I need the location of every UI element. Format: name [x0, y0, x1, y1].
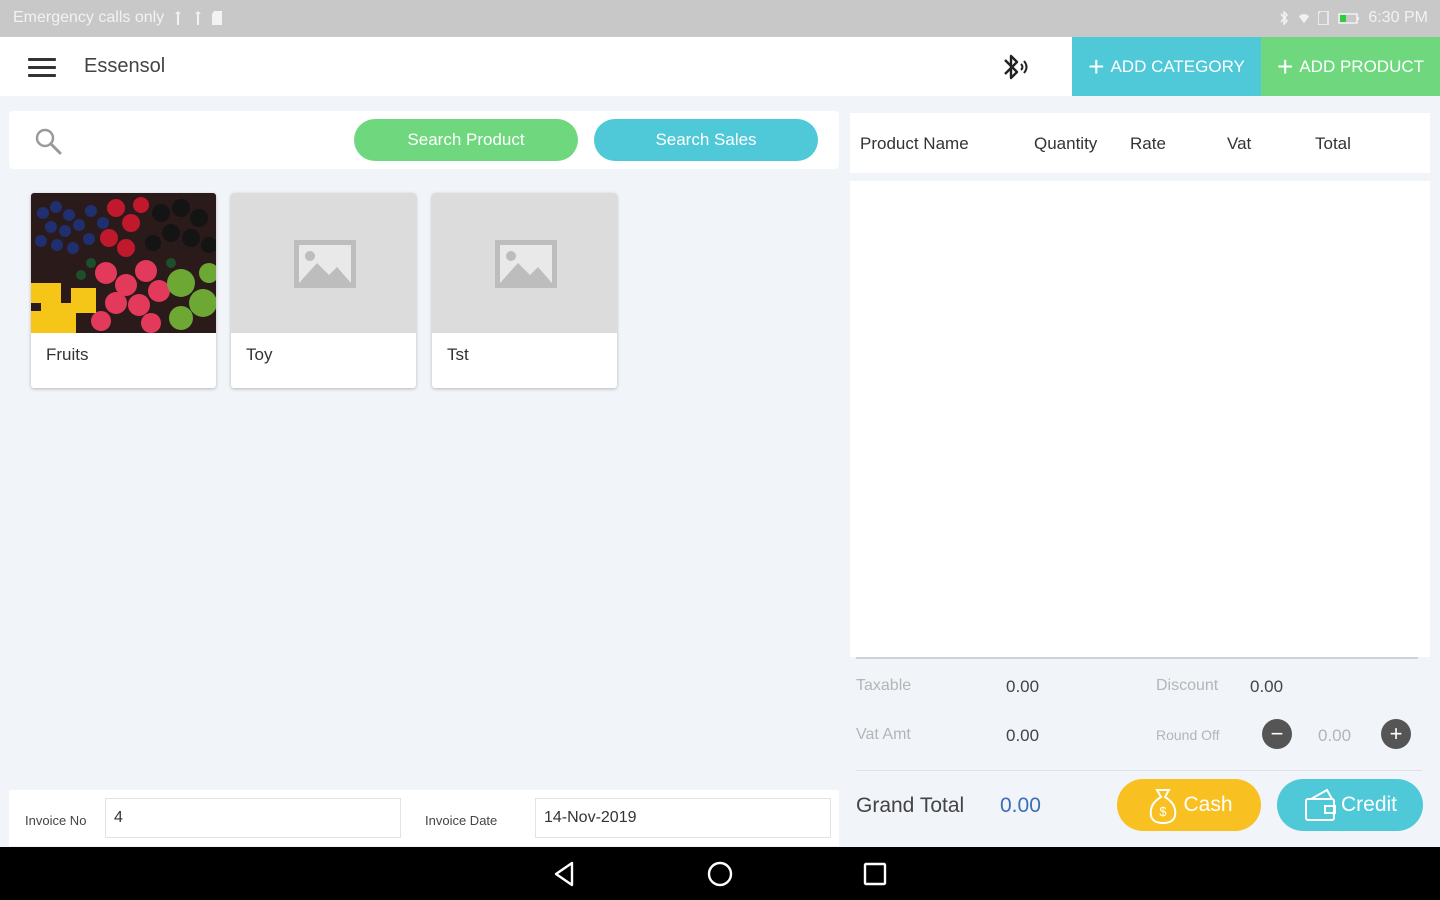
plus-icon: +: [1276, 50, 1294, 82]
system-nav-bar: [0, 847, 1440, 900]
category-label: Tst: [447, 345, 469, 364]
column-header-vat: Vat: [1227, 134, 1252, 153]
battery-icon: [1338, 13, 1360, 24]
round-off-decrement-button[interactable]: −: [1262, 719, 1292, 749]
invoice-bar: Invoice No Invoice Date: [9, 790, 839, 846]
credit-wallet-icon: [1304, 788, 1336, 821]
add-product-button[interactable]: + ADD PRODUCT: [1261, 37, 1440, 96]
column-header-quantity: Quantity: [1034, 134, 1098, 153]
cart-table-header: Product Name Quantity Rate Vat Total: [850, 113, 1430, 173]
divider: [856, 770, 1422, 771]
wifi-icon: [1299, 14, 1310, 24]
status-bar-left: Emergency calls only: [13, 9, 224, 27]
add-category-button[interactable]: + ADD CATEGORY: [1072, 37, 1261, 96]
home-icon[interactable]: [705, 859, 735, 889]
bluetooth-icon: [1280, 11, 1289, 25]
discount-value: 0.00: [1250, 677, 1284, 696]
svg-text:$: $: [1160, 804, 1168, 819]
taxable-label: Taxable: [856, 677, 912, 694]
app-title: Essensol: [84, 55, 166, 77]
carrier-text: Emergency calls only: [13, 9, 165, 26]
menu-icon[interactable]: [26, 55, 58, 79]
invoice-no-field[interactable]: [105, 798, 401, 838]
invoice-date-field[interactable]: [535, 798, 831, 838]
status-bar: Emergency calls only 6:30 PM: [0, 0, 1440, 37]
image-placeholder: [231, 193, 416, 333]
grand-total-label: Grand Total: [856, 794, 965, 817]
usb-icon: [175, 11, 182, 25]
search-bar: Search Product Search Sales: [9, 111, 839, 169]
round-off-label: Round Off: [1156, 727, 1220, 743]
add-product-label: ADD PRODUCT: [1299, 56, 1425, 76]
divider: [856, 657, 1418, 659]
category-label: Fruits: [46, 345, 89, 364]
bluetooth-printer-icon[interactable]: [996, 51, 1032, 83]
vat-amount-value: 0.00: [1006, 726, 1040, 745]
column-header-product-name: Product Name: [860, 134, 969, 153]
round-off-increment-button[interactable]: +: [1381, 719, 1411, 749]
vat-amount-label: Vat Amt: [856, 726, 911, 743]
search-icon: [35, 128, 62, 155]
no-sim-icon: [1318, 11, 1330, 25]
image-placeholder: [432, 193, 617, 333]
app-bar: Essensol + ADD CATEGORY + ADD PRODUCT: [0, 37, 1440, 96]
category-card-toy[interactable]: Toy: [231, 193, 416, 388]
column-header-total: Total: [1315, 134, 1351, 153]
back-icon[interactable]: [550, 859, 580, 889]
status-bar-right: 6:30 PM: [1278, 9, 1428, 27]
sd-card-icon: [212, 11, 223, 25]
add-category-label: ADD CATEGORY: [1110, 56, 1245, 76]
image-placeholder-icon: [294, 240, 356, 288]
clock: 6:30 PM: [1368, 9, 1428, 26]
cash-button[interactable]: $ Cash: [1117, 779, 1261, 831]
search-sales-button[interactable]: Search Sales: [594, 119, 818, 161]
round-off-value: 0.00: [1318, 726, 1352, 745]
recents-icon[interactable]: [860, 859, 890, 889]
grand-total-value: 0.00: [1000, 794, 1041, 817]
plus-icon: +: [1088, 50, 1105, 82]
discount-label: Discount: [1156, 677, 1219, 694]
taxable-value: 0.00: [1006, 677, 1040, 696]
invoice-no-label: Invoice No: [25, 813, 87, 828]
fruits-photo: [31, 193, 216, 333]
category-card-tst[interactable]: Tst: [432, 193, 617, 388]
money-bag-icon: $: [1150, 789, 1177, 824]
category-card-fruits[interactable]: Fruits: [31, 193, 216, 388]
category-label: Toy: [246, 345, 273, 364]
credit-button[interactable]: Credit: [1277, 779, 1423, 831]
search-input[interactable]: [77, 123, 347, 157]
search-product-button[interactable]: Search Product: [354, 119, 578, 161]
cash-label: Cash: [1183, 793, 1233, 816]
cart-table-body: [850, 181, 1430, 657]
image-placeholder-icon: [495, 240, 557, 288]
usb-icon: [195, 11, 202, 25]
credit-label: Credit: [1340, 793, 1398, 816]
column-header-rate: Rate: [1130, 134, 1166, 153]
invoice-date-label: Invoice Date: [425, 813, 498, 828]
